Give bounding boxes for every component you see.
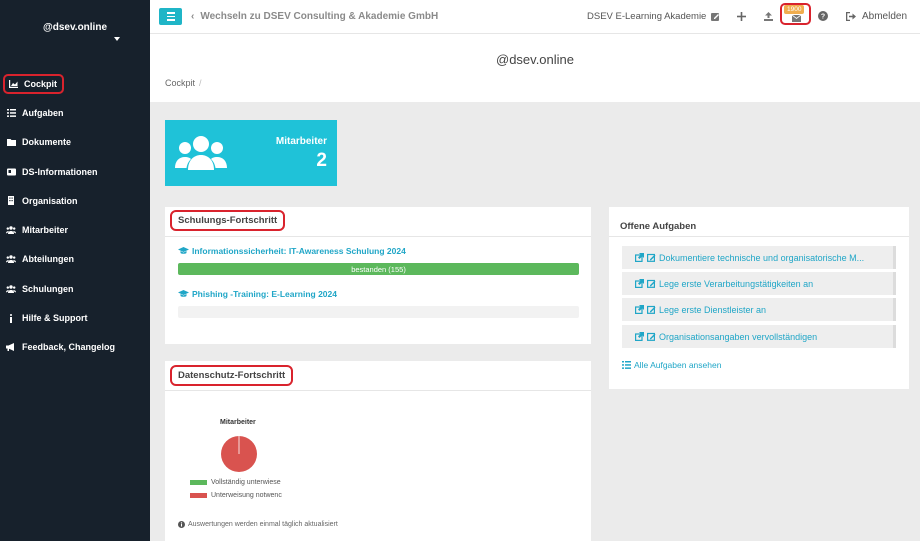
external-link-icon: [635, 253, 644, 262]
legend-item[interactable]: Vollständig unterwiese: [190, 479, 281, 486]
users-icon: [6, 284, 16, 294]
course-progress-bar: bestanden (155): [178, 263, 579, 275]
sidebar-item-label: Aufgaben: [22, 107, 64, 118]
panel-title: Schulungs-Fortschritt: [170, 210, 286, 231]
chart-title: Mitarbeiter: [220, 419, 256, 426]
sidebar-nav: Cockpit Aufgaben Dokumente DS-Informatio…: [0, 69, 150, 362]
course-link[interactable]: Phishing -Training: E-Learning 2024: [178, 289, 337, 299]
list-icon: [6, 108, 16, 118]
users-icon: [6, 225, 16, 235]
graduation-cap-icon: [178, 290, 189, 297]
sidebar-item-feedback[interactable]: Feedback, Changelog: [0, 333, 150, 362]
sidebar: @dsev.online Cockpit Aufgaben Dokumente: [0, 0, 150, 541]
graduation-cap-icon: [178, 247, 189, 254]
org-name[interactable]: @dsev.online: [0, 22, 150, 33]
all-tasks-link[interactable]: Alle Aufgaben ansehen: [622, 360, 721, 370]
sign-out-icon: [846, 12, 856, 21]
external-link-icon: [635, 332, 644, 341]
sidebar-item-label: Schulungen: [22, 283, 74, 294]
sidebar-item-label: Dokumente: [22, 137, 72, 148]
id-card-icon: [6, 167, 16, 177]
task-item[interactable]: Dokumentiere technische und organisatori…: [622, 246, 896, 269]
privacy-progress-panel: Datenschutz-Fortschritt Mitarbeiter Voll…: [165, 361, 591, 541]
edit-icon: [647, 279, 656, 288]
course-progress-bar: [178, 306, 579, 318]
svg-text:?: ?: [821, 14, 825, 21]
page-title: @dsev.online: [496, 52, 574, 67]
breadcrumb: Cockpit /: [165, 78, 202, 88]
caret-down-icon[interactable]: [114, 37, 120, 41]
chart-area-icon: [8, 79, 18, 89]
stat-value: 2: [316, 150, 327, 171]
legend-item[interactable]: Unterweisung notwenc: [190, 492, 282, 499]
message-count-badge: 1900: [784, 5, 805, 14]
upload-icon[interactable]: [762, 10, 774, 22]
task-item[interactable]: Lege erste Verarbeitungstätigkeiten an: [622, 272, 896, 295]
menu-toggle-button[interactable]: [159, 8, 182, 25]
bullhorn-icon: [6, 342, 16, 352]
help-icon[interactable]: ?: [817, 10, 829, 22]
legend-swatch: [190, 493, 207, 498]
sidebar-item-ds-informationen[interactable]: DS-Informationen: [0, 157, 150, 186]
sidebar-item-label: DS-Informationen: [22, 166, 98, 177]
edit-icon: [647, 305, 656, 314]
training-progress-panel: Schulungs-Fortschritt Informationssicher…: [165, 207, 591, 344]
edit-icon[interactable]: [709, 10, 721, 22]
sidebar-item-schulungen[interactable]: Schulungen: [0, 274, 150, 303]
users-icon: [6, 254, 16, 264]
sidebar-item-label: Cockpit: [24, 78, 58, 89]
list-icon: [622, 361, 631, 369]
info-circle-icon: [178, 521, 185, 528]
pie-chart: [221, 436, 257, 472]
sidebar-item-abteilungen[interactable]: Abteilungen: [0, 245, 150, 274]
building-icon: [6, 196, 16, 206]
page-header: @dsev.online Cockpit /: [150, 34, 920, 102]
update-note: Auswertungen werden einmal täglich aktua…: [178, 521, 338, 528]
sidebar-item-label: Hilfe & Support: [22, 313, 88, 324]
edit-icon: [647, 253, 656, 262]
employees-stat-tile[interactable]: Mitarbeiter 2: [165, 120, 337, 186]
external-link-icon: [635, 305, 644, 314]
topbar: ‹ Wechseln zu DSEV Consulting & Akademie…: [150, 0, 920, 34]
sidebar-item-label: Organisation: [22, 195, 78, 206]
info-icon: [6, 313, 16, 323]
course-link[interactable]: Informationssicherheit: IT-Awareness Sch…: [178, 246, 406, 256]
legend-swatch: [190, 480, 207, 485]
stat-label: Mitarbeiter: [275, 136, 327, 147]
sidebar-item-aufgaben[interactable]: Aufgaben: [0, 98, 150, 127]
plus-icon[interactable]: [735, 10, 747, 22]
chevron-left-icon: ‹: [191, 11, 195, 22]
sidebar-item-label: Feedback, Changelog: [22, 342, 116, 353]
users-icon: [175, 136, 227, 170]
panel-title: Datenschutz-Fortschritt: [170, 365, 294, 386]
panel-title: Offene Aufgaben: [620, 221, 697, 232]
sidebar-item-hilfe[interactable]: Hilfe & Support: [0, 303, 150, 332]
breadcrumb-item[interactable]: Cockpit: [165, 78, 195, 88]
edit-icon: [647, 332, 656, 341]
progress-fill: bestanden (155): [178, 263, 579, 275]
brand-name[interactable]: DSEV E-Learning Akademie: [587, 11, 706, 22]
sidebar-item-dokumente[interactable]: Dokumente: [0, 128, 150, 157]
task-item[interactable]: Lege erste Dienstleister an: [622, 298, 896, 321]
sidebar-item-organisation[interactable]: Organisation: [0, 186, 150, 215]
sidebar-item-mitarbeiter[interactable]: Mitarbeiter: [0, 215, 150, 244]
switch-org-link[interactable]: ‹ Wechseln zu DSEV Consulting & Akademie…: [191, 11, 438, 22]
logout-button[interactable]: Abmelden: [846, 11, 907, 22]
sidebar-item-label: Mitarbeiter: [22, 225, 69, 236]
folder-icon: [6, 137, 16, 147]
sidebar-item-cockpit[interactable]: Cockpit: [0, 69, 150, 98]
external-link-icon: [635, 279, 644, 288]
task-item[interactable]: Organisationsangaben vervollständigen: [622, 325, 896, 348]
open-tasks-panel: Offene Aufgaben Dokumentiere technische …: [609, 207, 909, 389]
sidebar-item-label: Abteilungen: [22, 254, 74, 265]
